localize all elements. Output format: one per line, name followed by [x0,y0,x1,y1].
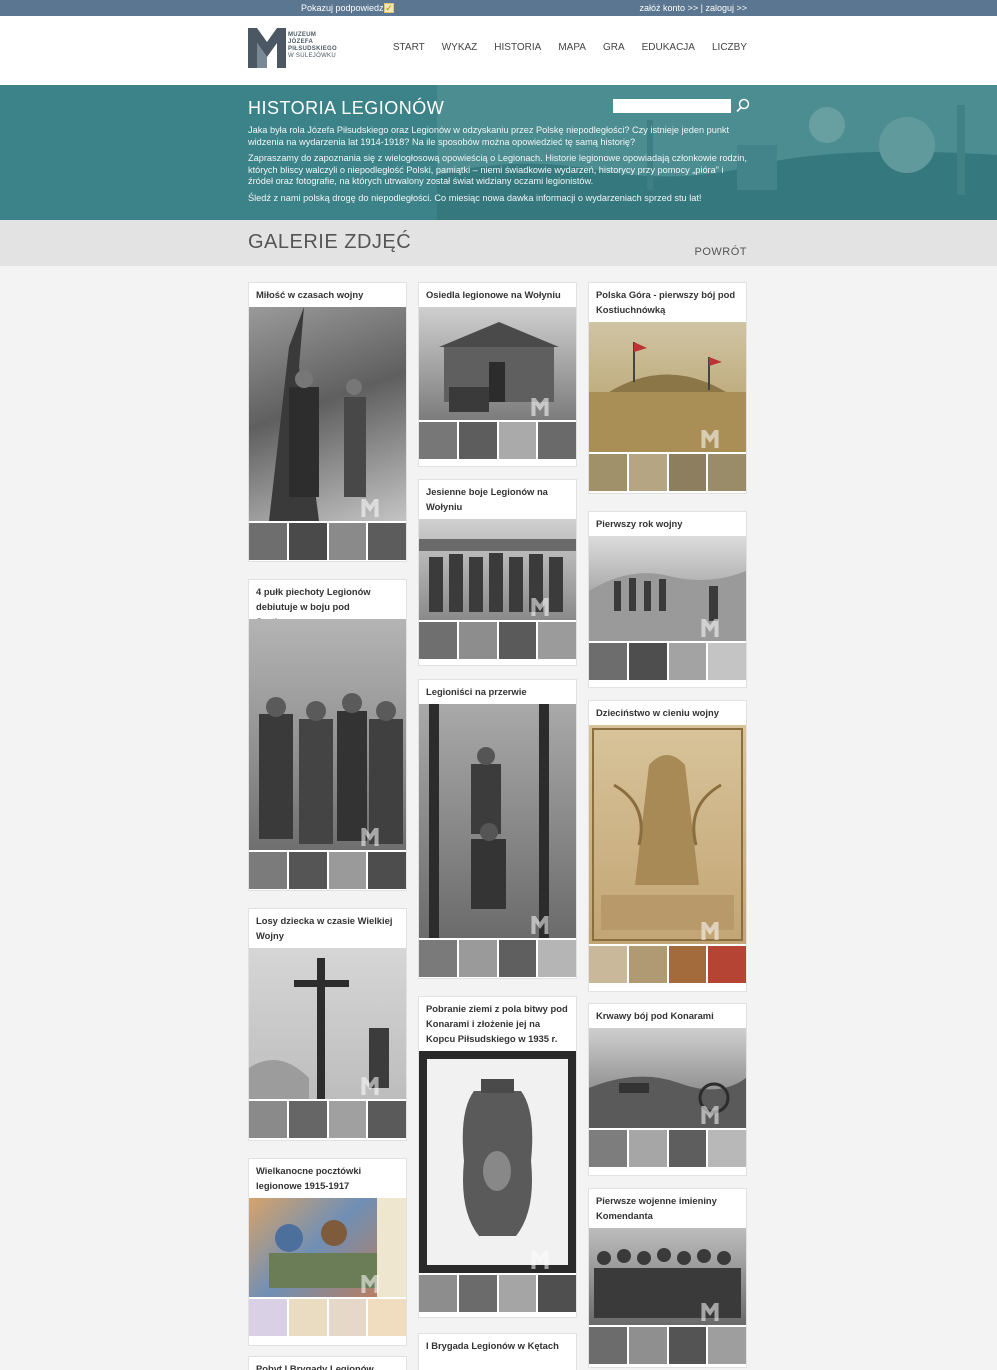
nav-edukacja[interactable]: EDUKACJA [642,42,695,53]
separator: | [700,3,703,13]
hints-toggle-label[interactable]: Pokazuj podpowiedzi [301,3,386,13]
gallery-card[interactable]: Pierwszy rok wojny [588,511,747,688]
gallery-thumbnails[interactable] [249,1299,406,1336]
gallery-main-photo[interactable] [589,536,746,641]
back-link[interactable]: POWRÓT [695,246,748,258]
gallery-card[interactable]: 4 pułk piechoty Legionów debiutuje w boj… [248,579,407,891]
intro-text: Jaka była rola Józefa Piłsudskiego oraz … [248,125,748,209]
gallery-card[interactable]: Miłość w czasach wojny [248,282,407,562]
gallery-card[interactable]: Wielkanocne pocztówki legionowe 1915-191… [248,1158,407,1346]
create-account-link[interactable]: załóż konto >> [640,3,699,13]
gallery-thumbnails[interactable] [249,1101,406,1138]
intro-paragraph: Śledź z nami polską drogę do niepodległo… [248,192,702,203]
gallery-main-photo[interactable] [249,619,406,850]
section-title: GALERIE ZDJĘĆ [248,231,412,253]
account-links: załóż konto >> | zaloguj >> [640,3,747,13]
gallery-card[interactable]: Krwawy bój pod Konarami [588,1003,747,1176]
gallery-main-photo[interactable] [419,519,576,620]
hints-checkbox[interactable]: ✓ [384,3,394,13]
gallery-card[interactable]: Jesienne boje Legionów na Wołyniu [418,479,577,666]
gallery-card-title[interactable]: Pobyt I Brygady Legionów Polskich [249,1357,406,1370]
intro-paragraph: Zapraszamy do zapoznania się z wielogłos… [248,153,747,186]
main-nav: START WYKAZ HISTORIA MAPA GRA EDUKACJA L… [393,42,747,53]
search-icon[interactable] [736,98,750,112]
gallery-main-photo[interactable] [589,1228,746,1325]
museum-logo[interactable]: MUZEUM JÓZEFA PIŁSUDSKIEGO W SULEJÓWKU [248,28,348,70]
gallery-thumbnails[interactable] [589,1327,746,1364]
gallery-card-title[interactable]: Losy dziecka w czasie Wielkiej Wojny [249,909,406,943]
gallery-thumbnails[interactable] [589,1130,746,1167]
gallery-thumbnails[interactable] [589,454,746,491]
gallery-main-photo[interactable] [589,1028,746,1128]
page-title: HISTORIA LEGIONÓW [248,98,445,118]
nav-liczby[interactable]: LICZBY [712,42,747,53]
logo-m-icon [248,28,286,68]
gallery-card-title[interactable]: Pobranie ziemi z pola bitwy pod Konarami… [419,997,576,1046]
gallery-card-title[interactable]: Pierwszy rok wojny [589,512,746,531]
nav-start[interactable]: START [393,42,425,53]
gallery-main-photo[interactable] [589,725,746,944]
gallery-card-title[interactable]: I Brygada Legionów w Kętach [419,1334,576,1353]
site-header: MUZEUM JÓZEFA PIŁSUDSKIEGO W SULEJÓWKU S… [0,16,997,85]
gallery-card[interactable]: Losy dziecka w czasie Wielkiej Wojny [248,908,407,1141]
gallery-main-photo[interactable] [419,307,576,420]
top-bar: Pokazuj podpowiedzi ✓ załóż konto >> | z… [0,0,997,16]
galleries-header: GALERIE ZDJĘĆ POWRÓT [0,220,997,266]
gallery-card-title[interactable]: Osiedla legionowe na Wołyniu [419,283,576,302]
login-link[interactable]: zaloguj >> [705,3,747,13]
gallery-card-title[interactable]: Polska Góra - pierwszy bój pod Kostiuchn… [589,283,746,317]
gallery-thumbnails[interactable] [589,946,746,983]
gallery-main-photo[interactable] [419,1051,576,1273]
logo-text: MUZEUM JÓZEFA PIŁSUDSKIEGO W SULEJÓWKU [288,32,337,59]
gallery-card[interactable]: Pobyt I Brygady Legionów Polskich [248,1356,407,1370]
gallery-card[interactable]: Osiedla legionowe na Wołyniu [418,282,577,467]
gallery-thumbnails[interactable] [419,422,576,459]
gallery-main-photo[interactable] [589,322,746,452]
gallery-card-title[interactable]: Jesienne boje Legionów na Wołyniu [419,480,576,514]
hero-banner: HISTORIA LEGIONÓW Jaka była rola Józefa … [0,85,997,220]
intro-paragraph: Jaka była rola Józefa Piłsudskiego oraz … [248,125,730,147]
gallery-card-title[interactable]: Dzieciństwo w cieniu wojny [589,701,746,720]
gallery-card-title[interactable]: Miłość w czasach wojny [249,283,406,302]
gallery-thumbnails[interactable] [249,523,406,560]
gallery-thumbnails[interactable] [419,940,576,977]
nav-gra[interactable]: GRA [603,42,625,53]
gallery-thumbnails[interactable] [419,622,576,659]
gallery-card-title[interactable]: Pierwsze wojenne imieniny Komendanta [589,1189,746,1223]
gallery-card[interactable]: I Brygada Legionów w Kętach [418,1333,577,1370]
gallery-card-title[interactable]: Wielkanocne pocztówki legionowe 1915-191… [249,1159,406,1193]
gallery-main-photo[interactable] [249,948,406,1099]
gallery-thumbnails[interactable] [419,1275,576,1312]
gallery-card[interactable]: Legioniści na przerwie [418,679,577,979]
gallery-card[interactable]: Dzieciństwo w cieniu wojny [588,700,747,992]
gallery-card[interactable]: Polska Góra - pierwszy bój pod Kostiuchn… [588,282,747,494]
gallery-main-photo[interactable] [419,704,576,938]
gallery-main-photo[interactable] [249,307,406,521]
search-input[interactable] [613,99,731,113]
gallery-card[interactable]: Pierwsze wojenne imieniny Komendanta [588,1188,747,1368]
gallery-card[interactable]: Pobranie ziemi z pola bitwy pod Konarami… [418,996,577,1318]
nav-mapa[interactable]: MAPA [558,42,586,53]
nav-wykaz[interactable]: WYKAZ [442,42,478,53]
gallery-main-photo[interactable] [249,1198,406,1297]
gallery-thumbnails[interactable] [589,643,746,680]
gallery-card-title[interactable]: Krwawy bój pod Konarami [589,1004,746,1023]
gallery-card-title[interactable]: Legioniści na przerwie [419,680,576,699]
gallery-thumbnails[interactable] [249,852,406,889]
nav-historia[interactable]: HISTORIA [494,42,541,53]
